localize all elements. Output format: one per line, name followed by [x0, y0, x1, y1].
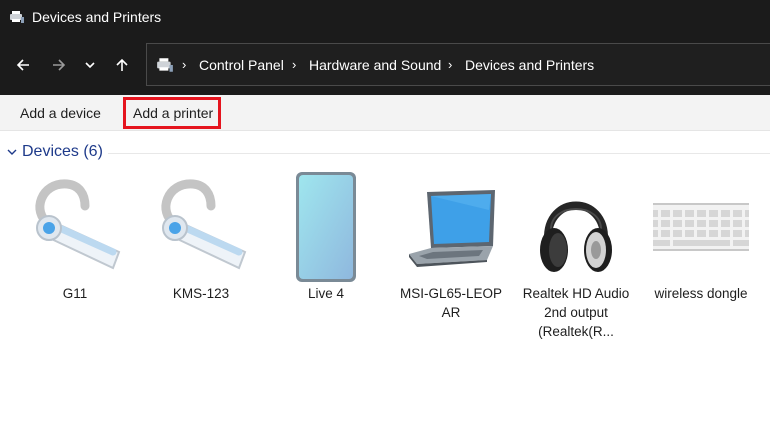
title-bar: Devices and Printers	[0, 0, 770, 34]
command-bar: Add a device Add a printer	[0, 95, 770, 131]
add-device-button[interactable]: Add a device	[20, 105, 101, 122]
add-printer-button[interactable]: Add a printer	[133, 105, 213, 122]
device-label: G11	[62, 286, 88, 301]
window-title: Devices and Printers	[32, 9, 162, 25]
laptop-icon	[409, 190, 495, 267]
devices-group-header[interactable]: Devices (6)	[0, 142, 770, 162]
chevron-down-icon	[85, 62, 95, 69]
arrow-left-icon	[16, 59, 29, 71]
navigation-bar: › Control Panel › Hardware and Sound › D…	[0, 34, 770, 95]
breadcrumb-devices-and-printers[interactable]: Devices and Printers	[465, 56, 594, 74]
recent-locations-button[interactable]	[77, 52, 103, 78]
arrow-up-icon	[116, 58, 128, 71]
breadcrumb-separator-icon: ›	[182, 57, 187, 72]
breadcrumb-separator-icon: ›	[448, 57, 453, 72]
group-divider	[108, 153, 770, 154]
arrow-right-icon	[53, 59, 66, 71]
device-label: Realtek HD Audio 2nd output (Realtek(R..…	[522, 286, 630, 339]
up-button[interactable]	[109, 52, 135, 78]
forward-button[interactable]	[46, 52, 72, 78]
breadcrumb-separator-icon: ›	[292, 57, 297, 72]
headset-icon	[35, 179, 121, 270]
keyboard-icon	[653, 203, 749, 251]
group-title: Devices (6)	[22, 143, 103, 160]
headphones-icon	[540, 201, 612, 272]
phone-icon	[296, 172, 356, 282]
devices-and-printers-icon	[10, 11, 24, 23]
devices-and-printers-icon	[157, 58, 173, 72]
breadcrumb-control-panel[interactable]: Control Panel	[199, 56, 284, 74]
device-label: Live 4	[307, 286, 345, 301]
device-label: KMS-123	[172, 286, 230, 301]
chevron-down-icon	[7, 149, 17, 155]
breadcrumb-hardware-and-sound[interactable]: Hardware and Sound	[309, 56, 441, 74]
back-button[interactable]	[10, 52, 36, 78]
device-label: MSI-GL65-LEOP AR	[399, 286, 503, 320]
headset-icon	[161, 179, 247, 270]
device-label: wireless dongle	[654, 286, 748, 301]
address-bar[interactable]: › Control Panel › Hardware and Sound › D…	[146, 43, 770, 86]
